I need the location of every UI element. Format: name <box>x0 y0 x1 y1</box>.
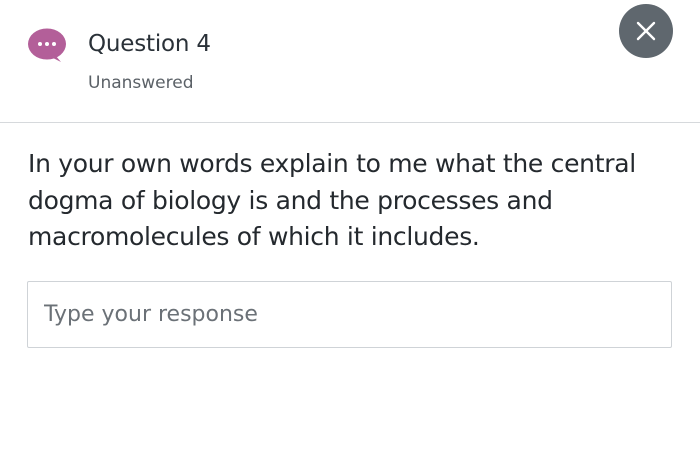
question-title: Question 4 <box>88 31 211 57</box>
close-button[interactable] <box>619 4 673 58</box>
speech-bubble-ellipsis-icon <box>27 27 67 63</box>
question-header: Question 4 Unanswered <box>0 0 700 123</box>
question-prompt: In your own words explain to me what the… <box>28 149 636 251</box>
close-icon <box>636 21 656 41</box>
question-status: Unanswered <box>88 73 194 93</box>
response-input[interactable] <box>27 281 672 348</box>
